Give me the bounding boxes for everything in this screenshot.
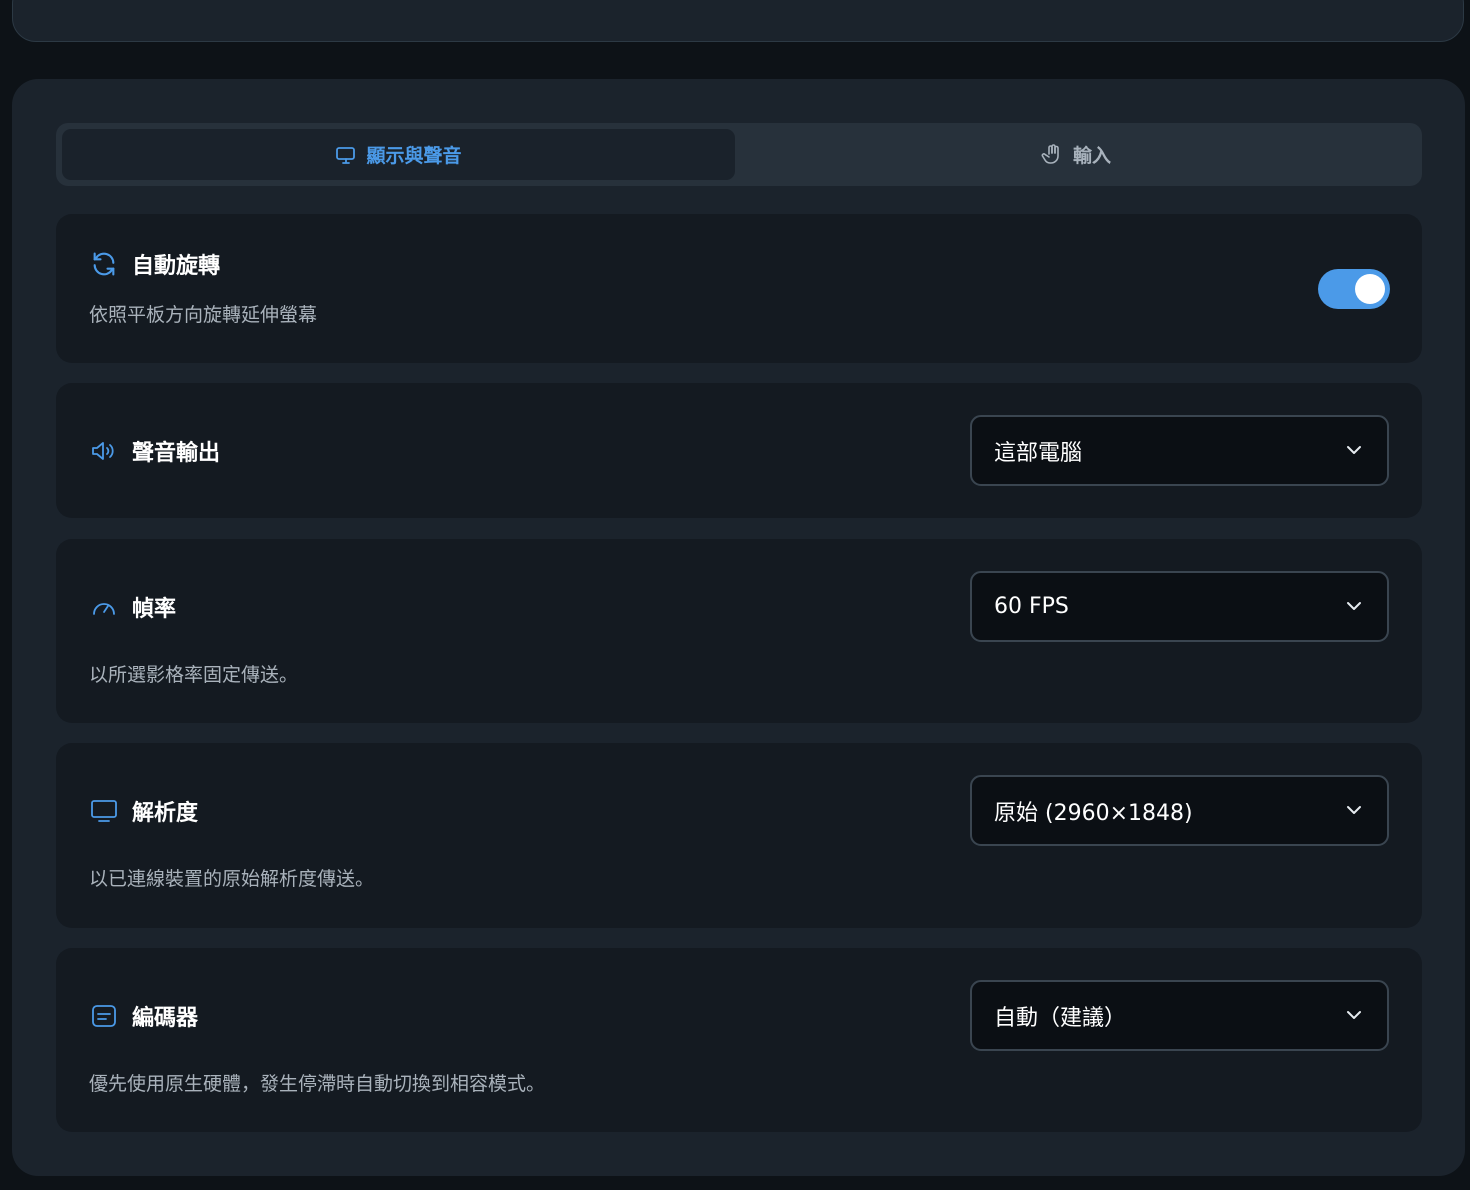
top-panel — [12, 0, 1464, 42]
speaker-icon — [89, 436, 119, 466]
monitor-icon — [336, 146, 356, 164]
chevron-down-icon — [1347, 806, 1361, 814]
encoder-description: 優先使用原生硬體，發生停滯時自動切換到相容模式。 — [89, 1073, 546, 1095]
tab-input[interactable]: 輸入 — [735, 129, 1416, 180]
frame-rate-select[interactable]: 60 FPS — [970, 571, 1389, 642]
audio-output-title: 聲音輸出 — [89, 435, 220, 467]
frame-rate-title: 幀率 — [89, 591, 176, 623]
chevron-down-icon — [1347, 602, 1361, 610]
settings-panel: 顯示與聲音 輸入 自動旋轉 依照平板方向旋轉延伸螢幕 聲音輸出 這部電腦 幀率 … — [12, 79, 1465, 1176]
tab-bar: 顯示與聲音 輸入 — [56, 123, 1422, 186]
encoder-value: 自動（建議） — [994, 1005, 1127, 1031]
refresh-icon — [89, 249, 119, 279]
toggle-knob — [1355, 274, 1385, 304]
auto-rotate-label: 自動旋轉 — [132, 254, 221, 279]
resolution-title: 解析度 — [89, 795, 198, 827]
audio-output-value: 這部電腦 — [994, 440, 1083, 466]
auto-rotate-description: 依照平板方向旋轉延伸螢幕 — [89, 304, 318, 326]
encoder-label: 編碼器 — [132, 1006, 199, 1031]
frame-rate-card: 幀率 以所選影格率固定傳送。 60 FPS — [56, 539, 1422, 723]
auto-rotate-title: 自動旋轉 — [89, 248, 220, 280]
encoder-card: 編碼器 優先使用原生硬體，發生停滯時自動切換到相容模式。 自動（建議） — [56, 948, 1422, 1132]
tab-display-audio-label: 顯示與聲音 — [366, 145, 462, 167]
encoder-select[interactable]: 自動（建議） — [970, 980, 1389, 1051]
audio-output-label: 聲音輸出 — [132, 441, 221, 466]
resolution-select[interactable]: 原始 (2960×1848) — [970, 775, 1389, 846]
tab-display-audio[interactable]: 顯示與聲音 — [62, 129, 735, 180]
chevron-down-icon — [1347, 1011, 1361, 1019]
encoder-icon — [89, 1001, 119, 1031]
monitor-icon — [89, 796, 119, 826]
audio-output-card: 聲音輸出 這部電腦 — [56, 383, 1422, 518]
auto-rotate-toggle[interactable] — [1318, 269, 1390, 309]
frame-rate-label: 幀率 — [132, 597, 177, 622]
hand-pointer-icon — [1041, 143, 1059, 164]
audio-output-select[interactable]: 這部電腦 — [970, 415, 1389, 486]
tab-input-label: 輸入 — [1072, 145, 1111, 167]
gauge-icon — [89, 592, 119, 622]
chevron-down-icon — [1347, 446, 1361, 454]
encoder-title: 編碼器 — [89, 1000, 198, 1032]
frame-rate-value: 60 FPS — [994, 594, 1069, 619]
resolution-card: 解析度 以已連線裝置的原始解析度傳送。 原始 (2960×1848) — [56, 743, 1422, 928]
auto-rotate-card: 自動旋轉 依照平板方向旋轉延伸螢幕 — [56, 214, 1422, 363]
resolution-label: 解析度 — [132, 801, 199, 826]
frame-rate-description: 以所選影格率固定傳送。 — [89, 664, 299, 686]
resolution-description: 以已連線裝置的原始解析度傳送。 — [89, 868, 375, 890]
resolution-value: 原始 (2960×1848) — [994, 800, 1193, 826]
